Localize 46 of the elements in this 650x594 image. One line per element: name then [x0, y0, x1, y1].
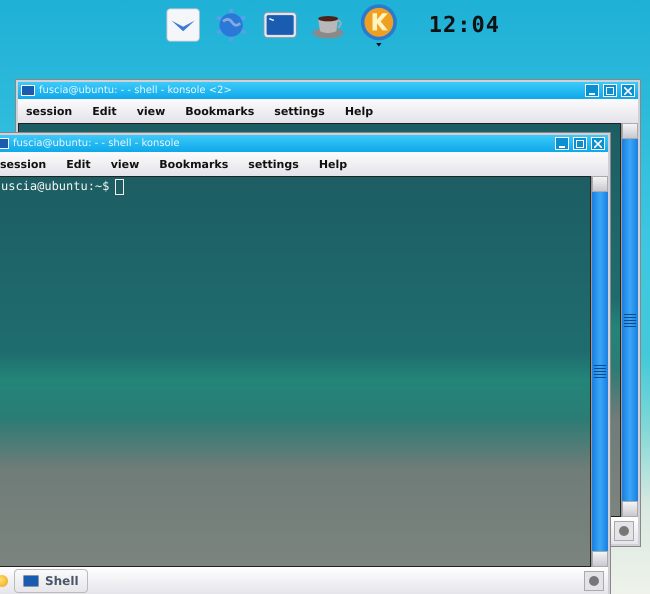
menu-item[interactable]: session [26, 104, 72, 118]
terminal-area[interactable]: uscia@ubuntu:~$ [0, 176, 591, 567]
menu-item[interactable]: Bookmarks [185, 104, 254, 118]
menu-item[interactable]: settings [248, 158, 299, 170]
terminal-icon [21, 85, 35, 96]
menu-item[interactable]: Help [344, 104, 374, 118]
menu-item[interactable]: Edit [66, 158, 91, 170]
shell-prompt: uscia@ubuntu:~$ [1, 179, 110, 193]
menu-item[interactable]: Bookmarks [159, 158, 228, 170]
menu-item[interactable]: view [110, 158, 140, 170]
scrollbar[interactable] [591, 176, 608, 567]
maximize-button[interactable] [603, 84, 617, 97]
menu-item[interactable]: Help [318, 158, 348, 170]
close-button[interactable] [591, 137, 605, 150]
close-icon [624, 86, 632, 94]
text-cursor [115, 179, 124, 195]
close-button[interactable] [621, 84, 635, 97]
scroll-down-button[interactable] [622, 501, 638, 517]
circle-icon [618, 524, 630, 536]
maximize-button[interactable] [573, 137, 587, 150]
minimize-icon [589, 92, 595, 94]
close-icon [594, 140, 602, 148]
menu-item[interactable]: session [0, 158, 46, 170]
close-session-button[interactable] [584, 570, 604, 590]
scroll-up-button[interactable] [592, 176, 608, 192]
window-title: fuscia@ubuntu: - - shell - konsole <2> [39, 85, 233, 96]
session-tab[interactable]: Shell [14, 568, 88, 592]
circle-icon [588, 574, 600, 586]
scroll-up-button[interactable] [622, 123, 638, 139]
maximize-icon [576, 140, 584, 148]
maximize-icon [606, 86, 614, 94]
menu-item[interactable]: view [136, 104, 166, 118]
globe-icon[interactable] [214, 6, 249, 44]
mail-icon[interactable] [166, 6, 200, 44]
close-session-button[interactable] [614, 520, 634, 540]
scroll-down-button[interactable] [592, 551, 608, 567]
menu-item[interactable]: Edit [92, 104, 117, 118]
minimize-button[interactable] [555, 137, 569, 150]
clock: 12:04 [428, 12, 500, 38]
minimize-button[interactable] [585, 84, 599, 97]
menu-item[interactable]: settings [274, 104, 325, 118]
minimize-icon [559, 146, 565, 148]
terminal-icon[interactable] [262, 10, 297, 40]
scrollbar[interactable] [621, 123, 638, 517]
terminal-icon [23, 574, 39, 586]
window-title: fuscia@ubuntu: - - shell - konsole [13, 138, 181, 149]
